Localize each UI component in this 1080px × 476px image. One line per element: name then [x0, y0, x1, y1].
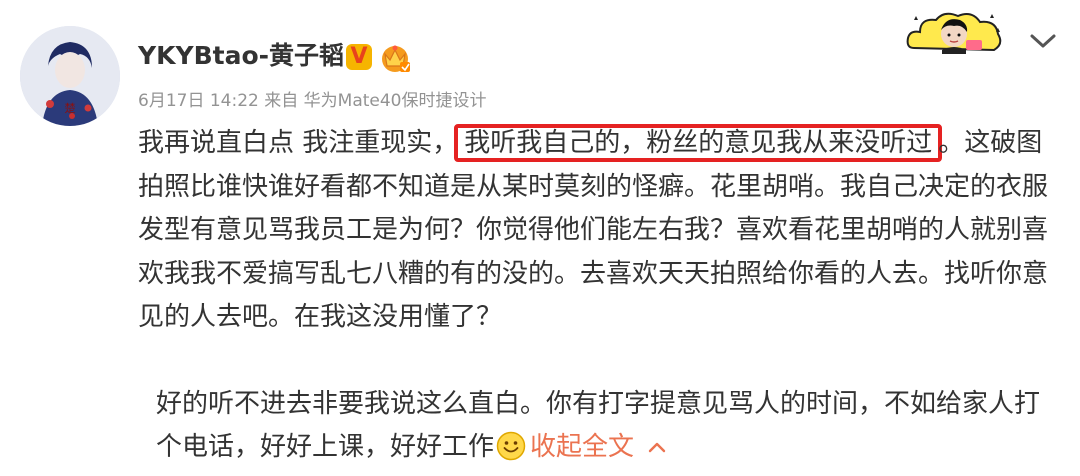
avatar-image: 楚	[20, 26, 120, 126]
cloud-sticker-decoration	[906, 12, 1002, 54]
collapse-full-text-link[interactable]: 收起全文	[530, 432, 666, 462]
avatar[interactable]: 楚	[20, 26, 120, 126]
paragraph-1-start: 我再说直白点 我注重现实，	[138, 128, 459, 158]
svg-text:楚: 楚	[65, 101, 76, 115]
crown-membership-icon[interactable]	[378, 40, 412, 74]
username[interactable]: YKYBtao-黄子韬	[138, 38, 344, 74]
post-paragraph-2: 好的听不进去非要我说这么直白。你有打字提意见骂人的时间，不如给家人打个电话，好好…	[138, 383, 1050, 470]
smile-emoji-icon	[496, 431, 526, 461]
collapse-label[interactable]: 收起全文	[530, 432, 634, 462]
post-content: 我再说直白点 我注重现实， 我听我自己的，粉丝的意见我从来没听过 。这破图拍照比谁快…	[138, 122, 1050, 470]
chevron-down-icon[interactable]	[1028, 30, 1058, 52]
highlight-box: 我听我自己的，粉丝的意见我从来没听过	[454, 124, 943, 162]
post-paragraph-1: 我再说直白点 我注重现实， 我听我自己的，粉丝的意见我从来没听过 。这破图拍照比谁快…	[138, 122, 1050, 340]
post-meta: 6月17日 14:22 来自 华为Mate40保时捷设计	[138, 91, 487, 111]
chevron-up-icon[interactable]	[648, 441, 666, 453]
verified-v-icon: V	[346, 44, 372, 70]
